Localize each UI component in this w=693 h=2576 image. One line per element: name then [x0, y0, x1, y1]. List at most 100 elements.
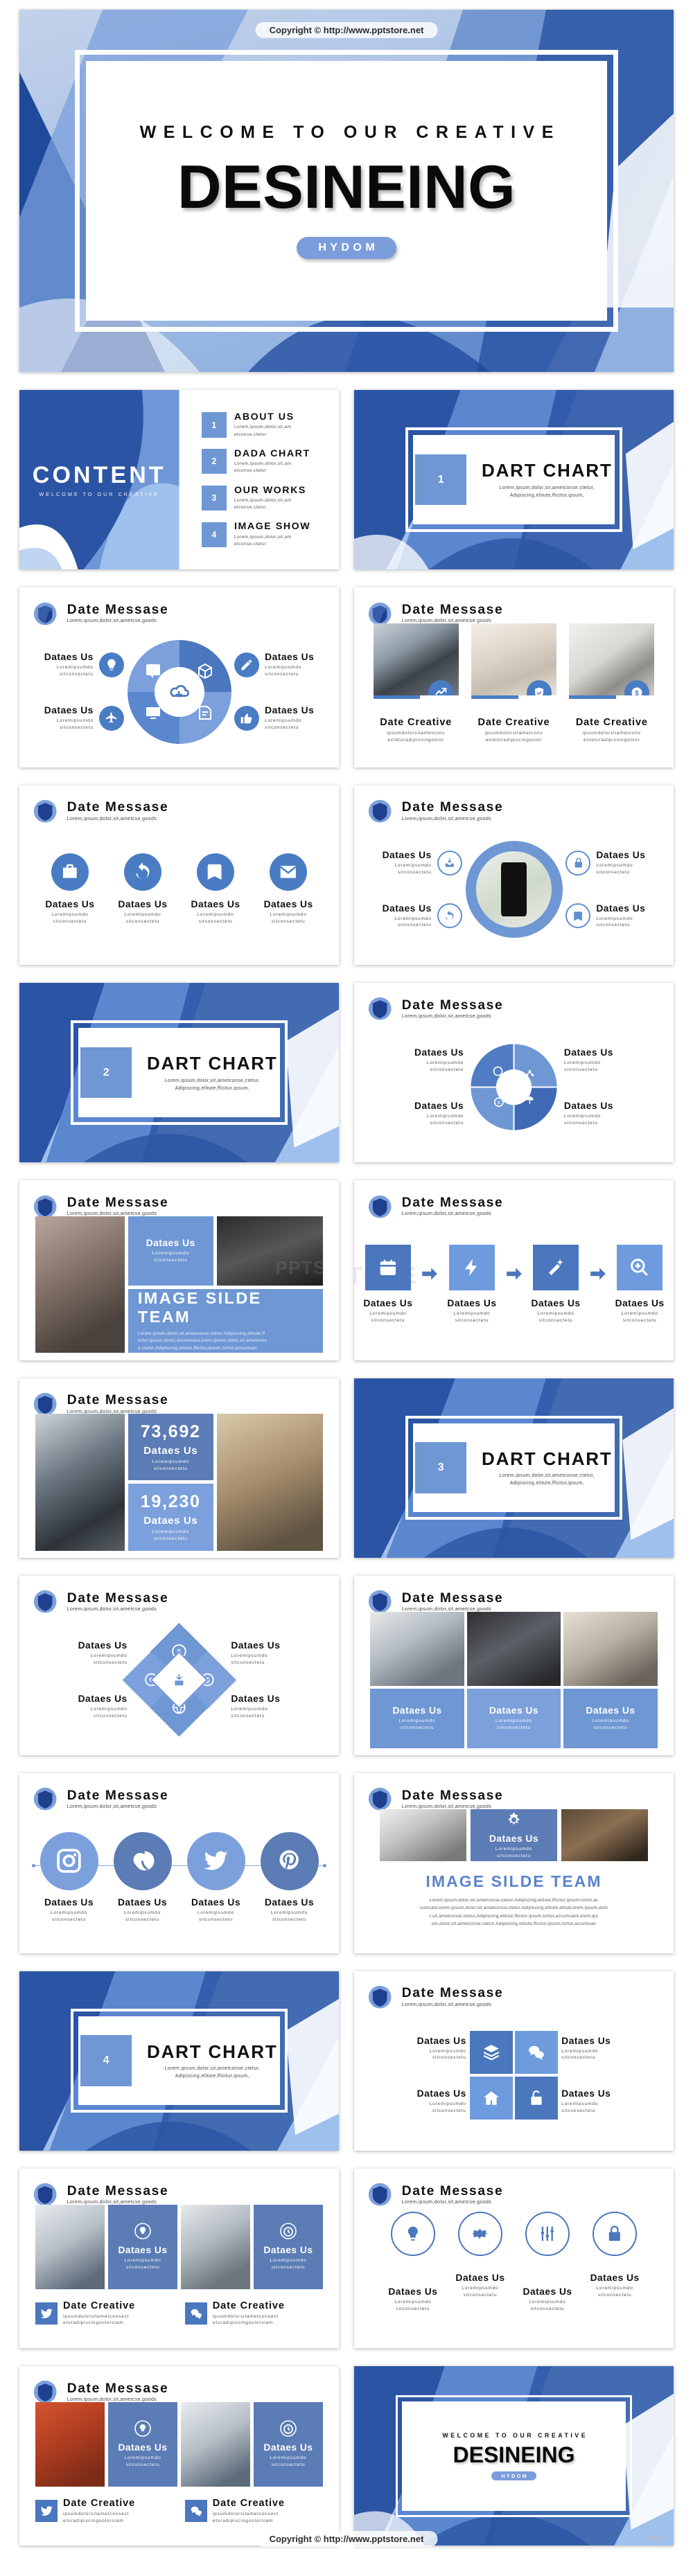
slide-divider-4[interactable]: 4 DART CHART Lorem,ipsum,dolor,sit,ametc…: [19, 1971, 339, 2151]
alt-caption-2[interactable]: Date Creative ipsumdolorsitametconsect e…: [184, 2300, 323, 2327]
alt-caption-2[interactable]: Date Creative ipsumdolorsitametconsect e…: [184, 2497, 323, 2525]
slide-image-team-keyboard[interactable]: Date Messase Lorem,ipsum,dolor,sit,ametc…: [354, 1773, 674, 1953]
donut-label-top-left[interactable]: Dataes Us Loremipsumdo sitconsectetu: [44, 652, 124, 678]
caption-title: Date Creative: [212, 2497, 285, 2509]
diamond-label-top-right[interactable]: Dataes Us Loremipsumdo sitconsectetu: [231, 1640, 280, 1667]
slide-phone-circle[interactable]: Date Messase Lorem,ipsum,dolor,sit,ametc…: [354, 785, 674, 965]
content-item-3[interactable]: 3 OUR WORKS Lorem,ipsum,dolor,sit,am etc…: [201, 485, 339, 512]
alt-blue-card-2[interactable]: Dataes Us Loremipsumdo sitconsectetu: [253, 2204, 323, 2289]
process-step-1[interactable]: Dataes Us Loremipsumdo sitconsectetu: [363, 1245, 412, 1324]
squares-label-bottom-left[interactable]: Dataes Us Loremipsumdo sitconsectetu: [417, 2088, 466, 2115]
diamond-label-bottom-right[interactable]: Dataes Us Loremipsumdo sitconsectetu: [231, 1694, 280, 1720]
gear-label-bottom-left[interactable]: Dataes Us Loremipsumdo sitconsectetu: [414, 1101, 464, 1127]
slide-social-icons[interactable]: Date Messase Lorem,ipsum,dolor,sit,ametc…: [19, 1773, 339, 1953]
phone-label-top-right[interactable]: Dataes Us Loremipsumdo sitconsectetu: [565, 850, 645, 876]
slide-process-arrows[interactable]: Date Messase Lorem,ipsum,dolor,sit,ametc…: [354, 1180, 674, 1360]
bulb-badge-icon: [390, 2211, 435, 2256]
slide-round-icons[interactable]: Date Messase Lorem,ipsum,dolor,sit,ametc…: [19, 785, 339, 965]
process-step-2[interactable]: Dataes Us Loremipsumdo sitconsectetu: [447, 1245, 496, 1324]
content-item-1[interactable]: 1 ABOUT US Lorem,ipsum,dolor,sit,am etco…: [201, 411, 339, 438]
phone-label-top-left[interactable]: Dataes Us Loremipsumdo sitconsectetu: [383, 850, 462, 876]
bulb-circle-icon: [134, 2420, 151, 2437]
slide-gear-puzzle[interactable]: Date Messase Lorem,ipsum,dolor,sit,ametc…: [354, 982, 674, 1163]
phone-label-bottom-right[interactable]: Dataes Us Loremipsumdo sitconsectetu: [565, 903, 645, 930]
slide-diamond[interactable]: Date Messase Lorem,ipsum,dolor,sit,ametc…: [19, 1575, 339, 1756]
shield-check-logo-icon: [368, 799, 392, 823]
closing-badge[interactable]: HYDOM: [491, 2471, 536, 2480]
slide-donut-diagram[interactable]: Date Messase Lorem,ipsum,dolor,sit,ametc…: [19, 587, 339, 767]
slide-divider-2[interactable]: 2 DART CHART Lorem,ipsum,dolor,sit,ametc…: [19, 982, 339, 1163]
slide-tri-photos[interactable]: Date Messase Lorem,ipsum,dolor,sit,ametc…: [354, 1575, 674, 1756]
gear-label-top-left[interactable]: Dataes Us Loremipsumdo sitconsectetu: [414, 1047, 464, 1074]
mosaic-blue-card[interactable]: Dataes Us Loremipsumdo sitconsectetu: [128, 1216, 213, 1286]
slide-image-team-mosaic[interactable]: Date Messase Lorem,ipsum,dolor,sit,ametc…: [19, 1180, 339, 1360]
slide-body: Dataes Us Loremipsumdo sitconsectetu Dat…: [354, 2205, 674, 2341]
slide-photo-cards[interactable]: Date Messase Lorem,ipsum,dolor,sit,ametc…: [354, 587, 674, 767]
alt-caption-1[interactable]: Date Creative ipsumdolorsitametconsect e…: [35, 2300, 173, 2327]
hero-badge[interactable]: HYDOM: [296, 237, 397, 259]
photo-card-3[interactable]: $ Date Creative ipsumdolorsitametcons ec…: [569, 623, 655, 760]
slide-content[interactable]: CONTENT WELCOME TO OUR CREATIVE 1 ABOUT …: [19, 390, 339, 570]
round-icon-item-2[interactable]: Dataes Us Loremipsumdo sitconsectetu: [118, 853, 167, 925]
team-blue-card[interactable]: Dataes Us Loremipsumdo sitconsectetu: [470, 1809, 558, 1861]
squares-label-top-left[interactable]: Dataes Us Loremipsumdo sitconsectetu: [417, 2036, 466, 2062]
round-icon-item-1[interactable]: Dataes Us Loremipsumdo sitconsectetu: [45, 853, 94, 925]
content-item-4[interactable]: 4 IMAGE SHOW Lorem,ipsum,dolor,sit,am et…: [201, 521, 339, 548]
alt-blue-card-2[interactable]: Dataes Us Loremipsumdo sitconsectetu: [253, 2401, 323, 2487]
outline-item-3[interactable]: Dataes Us Loremipsumdo sitconsectetu: [523, 2211, 572, 2313]
process-step-4[interactable]: Dataes Us Loremipsumdo sitconsectetu: [615, 1245, 665, 1324]
round-icon-item-3[interactable]: Dataes Us Loremipsumdo sitconsectetu: [191, 853, 240, 925]
stat-card-1[interactable]: 73,692 Dataes Us Loremipsumdo sitconsect…: [128, 1414, 213, 1481]
slide-stats[interactable]: Date Messase Lorem,ipsum,dolor,sit,ametc…: [19, 1378, 339, 1558]
divider-number: 4: [80, 2035, 132, 2086]
donut-label-top-right[interactable]: Dataes Us Loremipsumdo sitconsectetu: [234, 652, 314, 678]
slide-alt-cards-1[interactable]: Date Messase Lorem,ipsum,dolor,sit,ametc…: [19, 2168, 339, 2349]
squares-label-bottom-right[interactable]: Dataes Us Loremipsumdo sitconsectetu: [561, 2088, 611, 2115]
slide-divider-1[interactable]: 1 DART CHART Lorem,ipsum,dolor,sit,ametc…: [354, 390, 674, 570]
slide-divider-3[interactable]: 3 DART CHART Lorem,ipsum,dolor,sit,ametc…: [354, 1378, 674, 1558]
squares-label-top-right[interactable]: Dataes Us Loremipsumdo sitconsectetu: [561, 2036, 611, 2062]
slide-closing-hero[interactable]: WELCOME TO OUR CREATIVE DESINEING HYDOM …: [354, 2366, 674, 2546]
social-item-instagram[interactable]: Dataes Us Loremipsumdo sitconsectetu: [40, 1831, 98, 1924]
social-item-dribbble[interactable]: Dataes Us Loremipsumdo sitconsectetu: [113, 1831, 172, 1924]
slide-alt-cards-2[interactable]: Date Messase Lorem,ipsum,dolor,sit,ametc…: [19, 2366, 339, 2546]
slide-header-title: Date Messase: [401, 800, 504, 815]
outline-item-1[interactable]: Dataes Us Loremipsumdo sitconsectetu: [388, 2211, 437, 2313]
four-square-grid: [469, 2031, 559, 2120]
tri-caption-1[interactable]: Dataes Us Loremipsumdo sitconsectetu: [370, 1688, 465, 1748]
outline-item-2[interactable]: Dataes Us Loremipsumdo sitconsectetu: [455, 2211, 505, 2299]
alt-caption-1[interactable]: Date Creative ipsumdolorsitametconsect e…: [35, 2498, 173, 2525]
outline-item-4[interactable]: Dataes Us Loremipsumdo sitconsectetu: [590, 2211, 640, 2299]
donut-label-bottom-left[interactable]: Dataes Us Loremipsumdo sitconsectetu: [44, 705, 124, 731]
gear-label-top-right[interactable]: Dataes Us Loremipsumdo sitconsectetu: [564, 1047, 613, 1074]
card-desc: ipsumdolorsitametcons ecteturadipiscingo…: [582, 731, 641, 743]
content-title-block: CONTENT WELCOME TO OUR CREATIVE: [33, 462, 166, 498]
slide-hero[interactable]: Copyright © http://www.pptstore.net WELC…: [19, 10, 674, 372]
photo-card-2[interactable]: Date Creative ipsumdolorsitametcons ecte…: [471, 623, 557, 760]
slide-four-squares[interactable]: Date Messase Lorem,ipsum,dolor,sit,ametc…: [354, 1971, 674, 2151]
label-title: Dataes Us: [263, 2442, 313, 2453]
card-desc: ipsumdolorsitametcons ecteturadipiscingo…: [387, 731, 446, 743]
tri-caption-3[interactable]: Dataes Us Loremipsumdo sitconsectetu: [563, 1688, 658, 1748]
alt-blue-card-1[interactable]: Dataes Us Loremipsumdo sitconsectetu: [108, 2204, 178, 2289]
stat-card-2[interactable]: 19,230 Dataes Us Loremipsumdo sitconsect…: [128, 1484, 213, 1551]
content-item-2[interactable]: 2 DADA CHART Lorem,ipsum,dolor,sit,am et…: [201, 448, 339, 475]
diamond-label-bottom-left[interactable]: Dataes Us Loremipsumdo sitconsectetu: [78, 1694, 128, 1720]
gear-label-bottom-right[interactable]: Dataes Us Loremipsumdo sitconsectetu: [564, 1101, 613, 1127]
photo-card-1[interactable]: Date Creative ipsumdolorsitametcons ecte…: [373, 623, 459, 760]
mosaic-headline-panel: IMAGE SILDE TEAM Lorem,ipsum,dolor,sit,a…: [128, 1288, 323, 1353]
social-item-twitter[interactable]: Dataes Us Loremipsumdo sitconsectetu: [186, 1831, 245, 1924]
slide-header-title: Date Messase: [67, 2183, 169, 2199]
donut-label-bottom-right[interactable]: Dataes Us Loremipsumdo sitconsectetu: [234, 705, 314, 731]
phone-label-bottom-left[interactable]: Dataes Us Loremipsumdo sitconsectetu: [383, 903, 462, 930]
card-photo: [471, 623, 557, 696]
round-icon-item-4[interactable]: Dataes Us Loremipsumdo sitconsectetu: [264, 853, 313, 925]
alt-blue-card-1[interactable]: Dataes Us Loremipsumdo sitconsectetu: [108, 2401, 178, 2487]
tri-caption-2[interactable]: Dataes Us Loremipsumdo sitconsectetu: [466, 1688, 561, 1748]
slide-outline-circles[interactable]: Date Messase Lorem,ipsum,dolor,sit,ametc…: [354, 2168, 674, 2349]
label-desc: Loremipsumdo sitconsectetu: [197, 1910, 235, 1922]
process-step-3[interactable]: Dataes Us Loremipsumdo sitconsectetu: [532, 1245, 581, 1324]
diamond-label-top-left[interactable]: Dataes Us Loremipsumdo sitconsectetu: [78, 1640, 128, 1667]
social-item-pinterest[interactable]: Dataes Us Loremipsumdo sitconsectetu: [260, 1831, 319, 1924]
lock-icon: [565, 850, 591, 876]
